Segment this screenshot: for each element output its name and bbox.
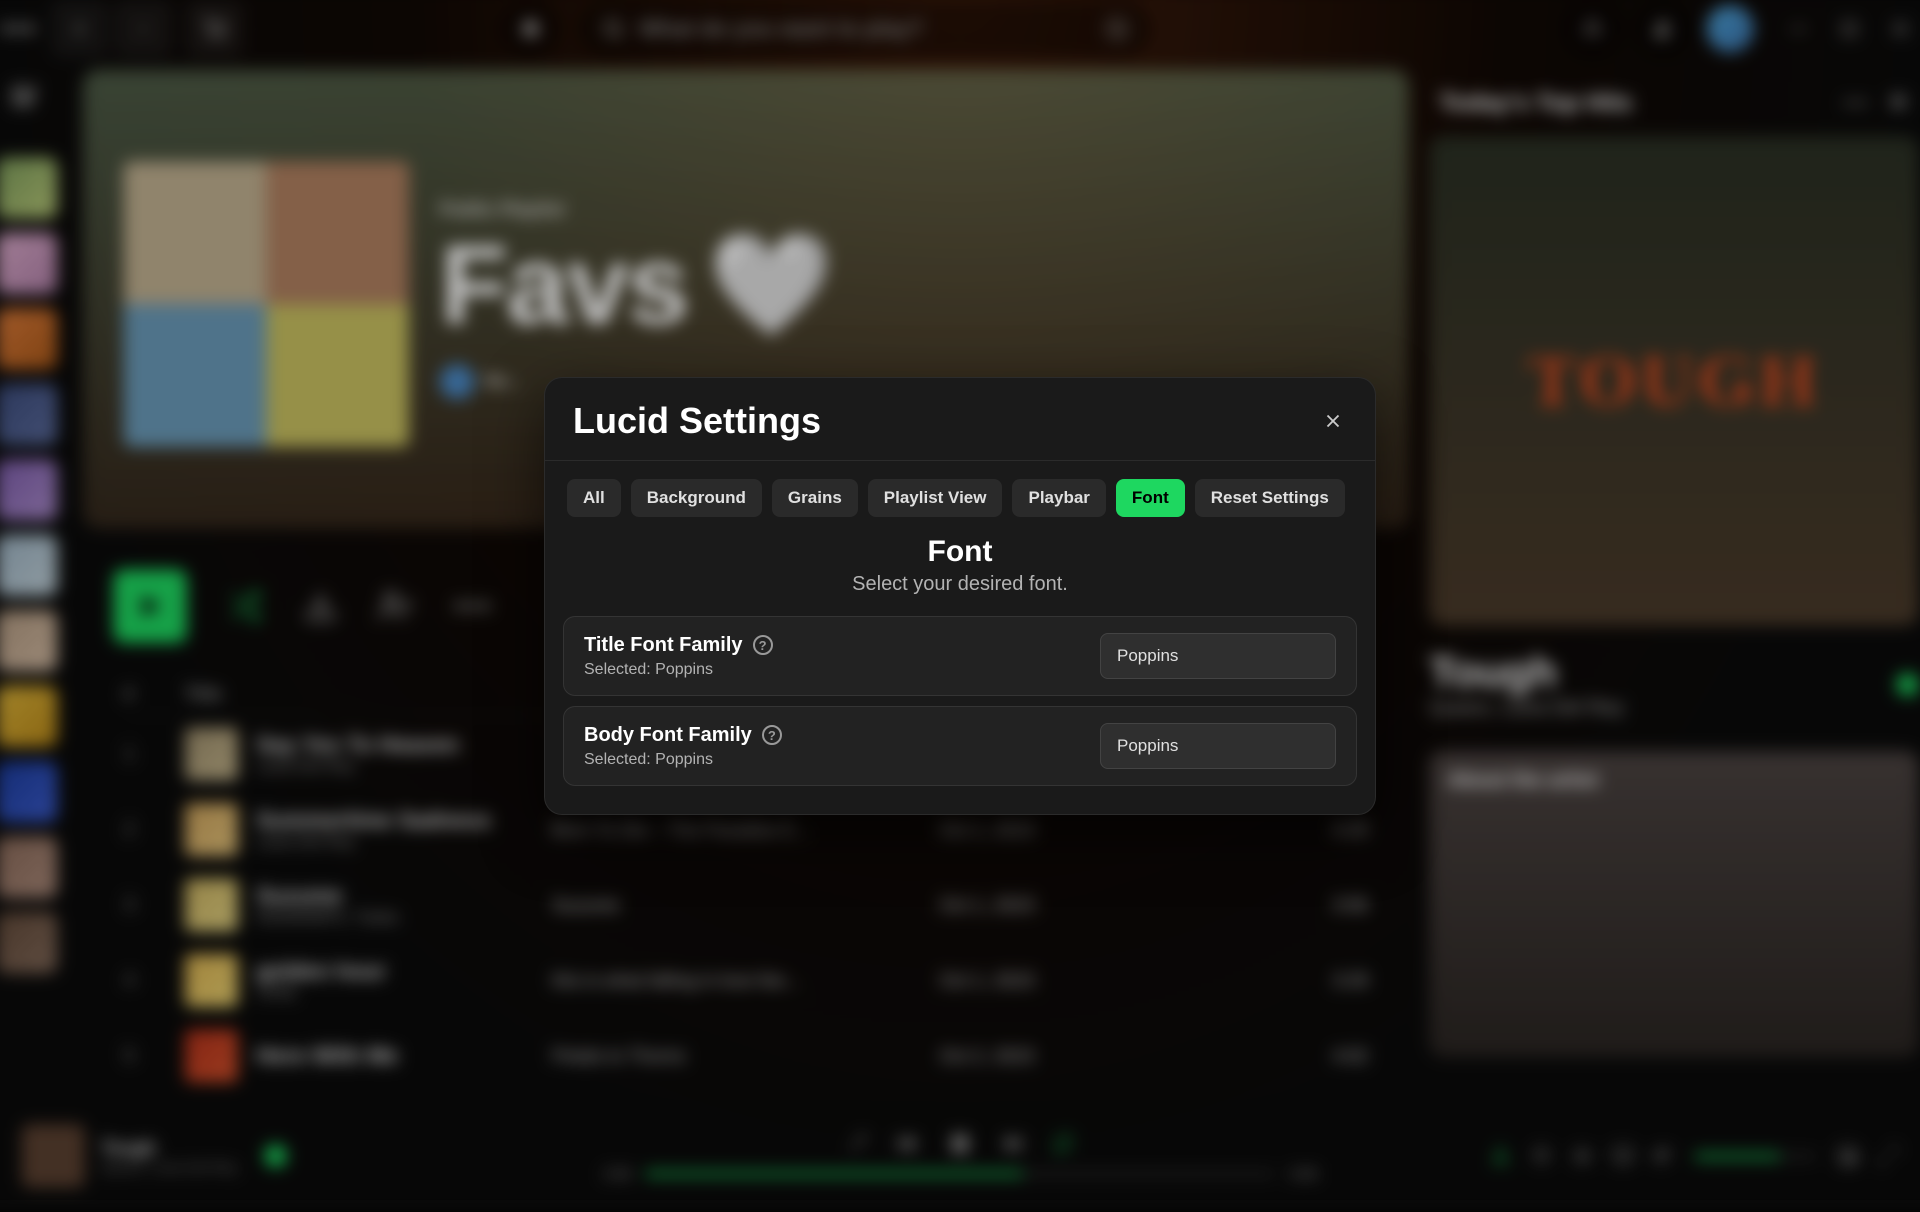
help-icon[interactable]: ?	[753, 635, 773, 655]
tab-all[interactable]: All	[567, 479, 621, 517]
settings-tabs: All Background Grains Playlist ViewPlaybar F…	[545, 461, 1375, 529]
close-icon	[1322, 410, 1344, 432]
tab-reset-settings[interactable]: Reset Settings	[1195, 479, 1345, 517]
section-subtitle: Select your desired font.	[545, 573, 1375, 596]
help-icon[interactable]: ?	[762, 725, 782, 745]
modal-title: Lucid Settings	[573, 400, 821, 442]
setting-selected-text: Selected: Poppins	[584, 751, 782, 769]
tab-playbar[interactable]: Playbar	[1012, 479, 1105, 517]
setting-label: Body Font Family	[584, 724, 752, 747]
select-title-font-family[interactable]: Poppins	[1100, 633, 1336, 679]
section-title: Font	[545, 535, 1375, 569]
setting-selected-text: Selected: Poppins	[584, 661, 773, 679]
modal-overlay[interactable]: Lucid Settings All Background Grains Playli…	[0, 0, 1920, 1200]
tab-font[interactable]: Font	[1116, 479, 1185, 517]
settings-modal: Lucid Settings All Background Grains Playli…	[544, 377, 1376, 815]
close-button[interactable]	[1319, 407, 1347, 435]
setting-label: Title Font Family	[584, 634, 743, 657]
tab-playlist-view[interactable]: Playlist View	[868, 479, 1003, 517]
setting-body-font-family: Body Font Family ? Selected: Poppins Pop…	[563, 706, 1357, 786]
select-body-font-family[interactable]: Poppins	[1100, 723, 1336, 769]
tab-background[interactable]: Background	[631, 479, 762, 517]
setting-title-font-family: Title Font Family ? Selected: Poppins Po…	[563, 616, 1357, 696]
tab-grains[interactable]: Grains	[772, 479, 858, 517]
